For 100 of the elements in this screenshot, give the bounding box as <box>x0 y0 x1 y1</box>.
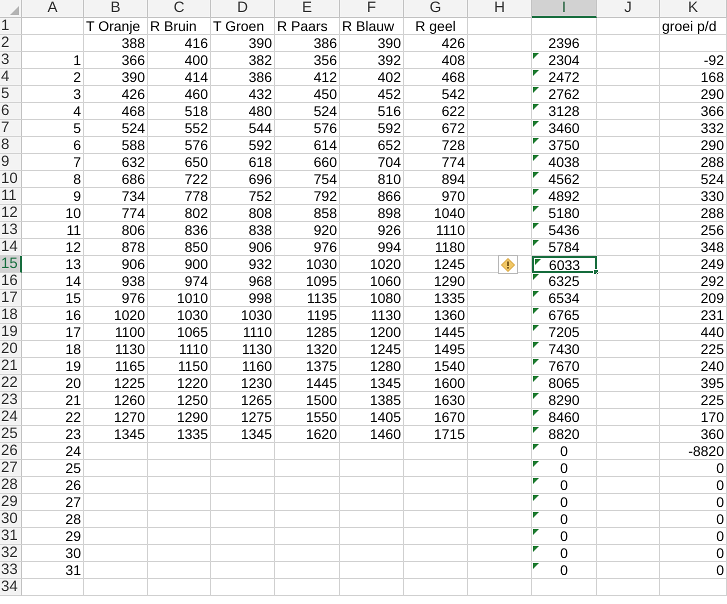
table-cell[interactable]: 249 <box>660 256 727 273</box>
table-cell[interactable]: 1100 <box>84 324 148 341</box>
table-cell[interactable]: 1445 <box>404 324 468 341</box>
table-cell[interactable] <box>468 426 532 443</box>
table-cell[interactable]: 0 <box>660 545 727 562</box>
table-cell[interactable] <box>468 171 532 188</box>
row-header[interactable]: 19 <box>0 324 22 341</box>
table-cell[interactable]: 408 <box>404 52 468 69</box>
table-cell[interactable] <box>468 137 532 154</box>
table-cell[interactable]: 1040 <box>404 205 468 222</box>
column-header[interactable]: J <box>597 0 660 18</box>
table-cell[interactable] <box>597 409 660 426</box>
table-cell[interactable]: 12 <box>22 239 84 256</box>
table-cell[interactable] <box>468 35 532 52</box>
table-cell[interactable]: 426 <box>84 86 148 103</box>
table-cell[interactable]: 6534 <box>532 290 597 307</box>
table-cell[interactable] <box>340 460 404 477</box>
table-cell[interactable]: 19 <box>22 358 84 375</box>
table-cell[interactable]: 4038 <box>532 154 597 171</box>
table-cell[interactable]: 0 <box>660 511 727 528</box>
table-cell[interactable]: 0 <box>660 460 727 477</box>
table-cell[interactable]: 22 <box>22 409 84 426</box>
table-cell[interactable]: 1540 <box>404 358 468 375</box>
table-cell[interactable]: 5784 <box>532 239 597 256</box>
table-cell[interactable] <box>211 579 275 596</box>
table-cell[interactable]: 390 <box>340 35 404 52</box>
table-cell[interactable]: 974 <box>148 273 211 290</box>
table-cell[interactable]: 894 <box>404 171 468 188</box>
table-cell[interactable]: 1130 <box>340 307 404 324</box>
table-cell[interactable]: 292 <box>660 273 727 290</box>
table-cell[interactable]: 588 <box>84 137 148 154</box>
table-cell[interactable]: 15 <box>22 290 84 307</box>
row-header[interactable]: 34 <box>0 579 22 596</box>
table-cell[interactable] <box>597 18 660 35</box>
table-cell[interactable]: 524 <box>660 171 727 188</box>
column-header[interactable]: F <box>340 0 404 18</box>
table-cell[interactable] <box>468 375 532 392</box>
table-cell[interactable]: 722 <box>148 171 211 188</box>
table-cell[interactable]: 3460 <box>532 120 597 137</box>
table-cell[interactable]: 20 <box>22 375 84 392</box>
table-cell[interactable]: 0 <box>532 460 597 477</box>
table-cell[interactable]: 906 <box>84 256 148 273</box>
table-cell[interactable]: 696 <box>211 171 275 188</box>
table-cell[interactable]: 240 <box>660 358 727 375</box>
table-cell[interactable] <box>275 494 340 511</box>
table-cell[interactable] <box>597 494 660 511</box>
table-cell[interactable]: T Groen <box>211 18 275 35</box>
table-cell[interactable] <box>404 477 468 494</box>
table-cell[interactable]: 552 <box>148 120 211 137</box>
table-cell[interactable] <box>468 358 532 375</box>
table-cell[interactable] <box>340 545 404 562</box>
row-header[interactable]: 26 <box>0 443 22 460</box>
table-cell[interactable] <box>404 460 468 477</box>
table-cell[interactable]: 932 <box>211 256 275 273</box>
table-cell[interactable]: 356 <box>275 52 340 69</box>
table-cell[interactable]: 516 <box>340 103 404 120</box>
table-cell[interactable]: 452 <box>340 86 404 103</box>
table-cell[interactable]: 802 <box>148 205 211 222</box>
row-header[interactable]: 14 <box>0 239 22 256</box>
table-cell[interactable]: 1385 <box>340 392 404 409</box>
table-cell[interactable]: 976 <box>275 239 340 256</box>
table-cell[interactable] <box>532 18 597 35</box>
select-all-corner[interactable] <box>0 0 22 18</box>
table-cell[interactable]: 1500 <box>275 392 340 409</box>
table-cell[interactable]: 8460 <box>532 409 597 426</box>
table-cell[interactable]: T Oranje <box>84 18 148 35</box>
table-cell[interactable]: 0 <box>532 477 597 494</box>
column-header[interactable]: E <box>275 0 340 18</box>
table-cell[interactable]: 0 <box>660 494 727 511</box>
table-cell[interactable] <box>275 562 340 579</box>
row-header[interactable]: 25 <box>0 426 22 443</box>
table-cell[interactable]: 976 <box>84 290 148 307</box>
table-cell[interactable] <box>468 545 532 562</box>
table-cell[interactable] <box>597 35 660 52</box>
table-cell[interactable]: 0 <box>532 562 597 579</box>
table-cell[interactable]: 24 <box>22 443 84 460</box>
row-header[interactable]: 29 <box>0 494 22 511</box>
table-cell[interactable]: 810 <box>340 171 404 188</box>
table-cell[interactable]: 468 <box>404 69 468 86</box>
table-cell[interactable]: 288 <box>660 205 727 222</box>
table-cell[interactable]: 0 <box>660 477 727 494</box>
table-cell[interactable]: 468 <box>84 103 148 120</box>
table-cell[interactable]: 0 <box>532 528 597 545</box>
table-cell[interactable] <box>468 511 532 528</box>
table-cell[interactable]: 1260 <box>84 392 148 409</box>
table-cell[interactable]: R Bruin <box>148 18 211 35</box>
table-cell[interactable] <box>340 528 404 545</box>
row-header[interactable]: 16 <box>0 273 22 290</box>
table-cell[interactable]: 1 <box>22 52 84 69</box>
table-cell[interactable]: 8820 <box>532 426 597 443</box>
row-header[interactable]: 30 <box>0 511 22 528</box>
table-cell[interactable] <box>340 511 404 528</box>
row-header[interactable]: 2 <box>0 35 22 52</box>
table-cell[interactable] <box>597 528 660 545</box>
table-cell[interactable]: 366 <box>84 52 148 69</box>
table-cell[interactable] <box>275 579 340 596</box>
table-cell[interactable]: 390 <box>84 69 148 86</box>
table-cell[interactable]: 672 <box>404 120 468 137</box>
table-cell[interactable]: 0 <box>660 562 727 579</box>
table-cell[interactable] <box>597 290 660 307</box>
